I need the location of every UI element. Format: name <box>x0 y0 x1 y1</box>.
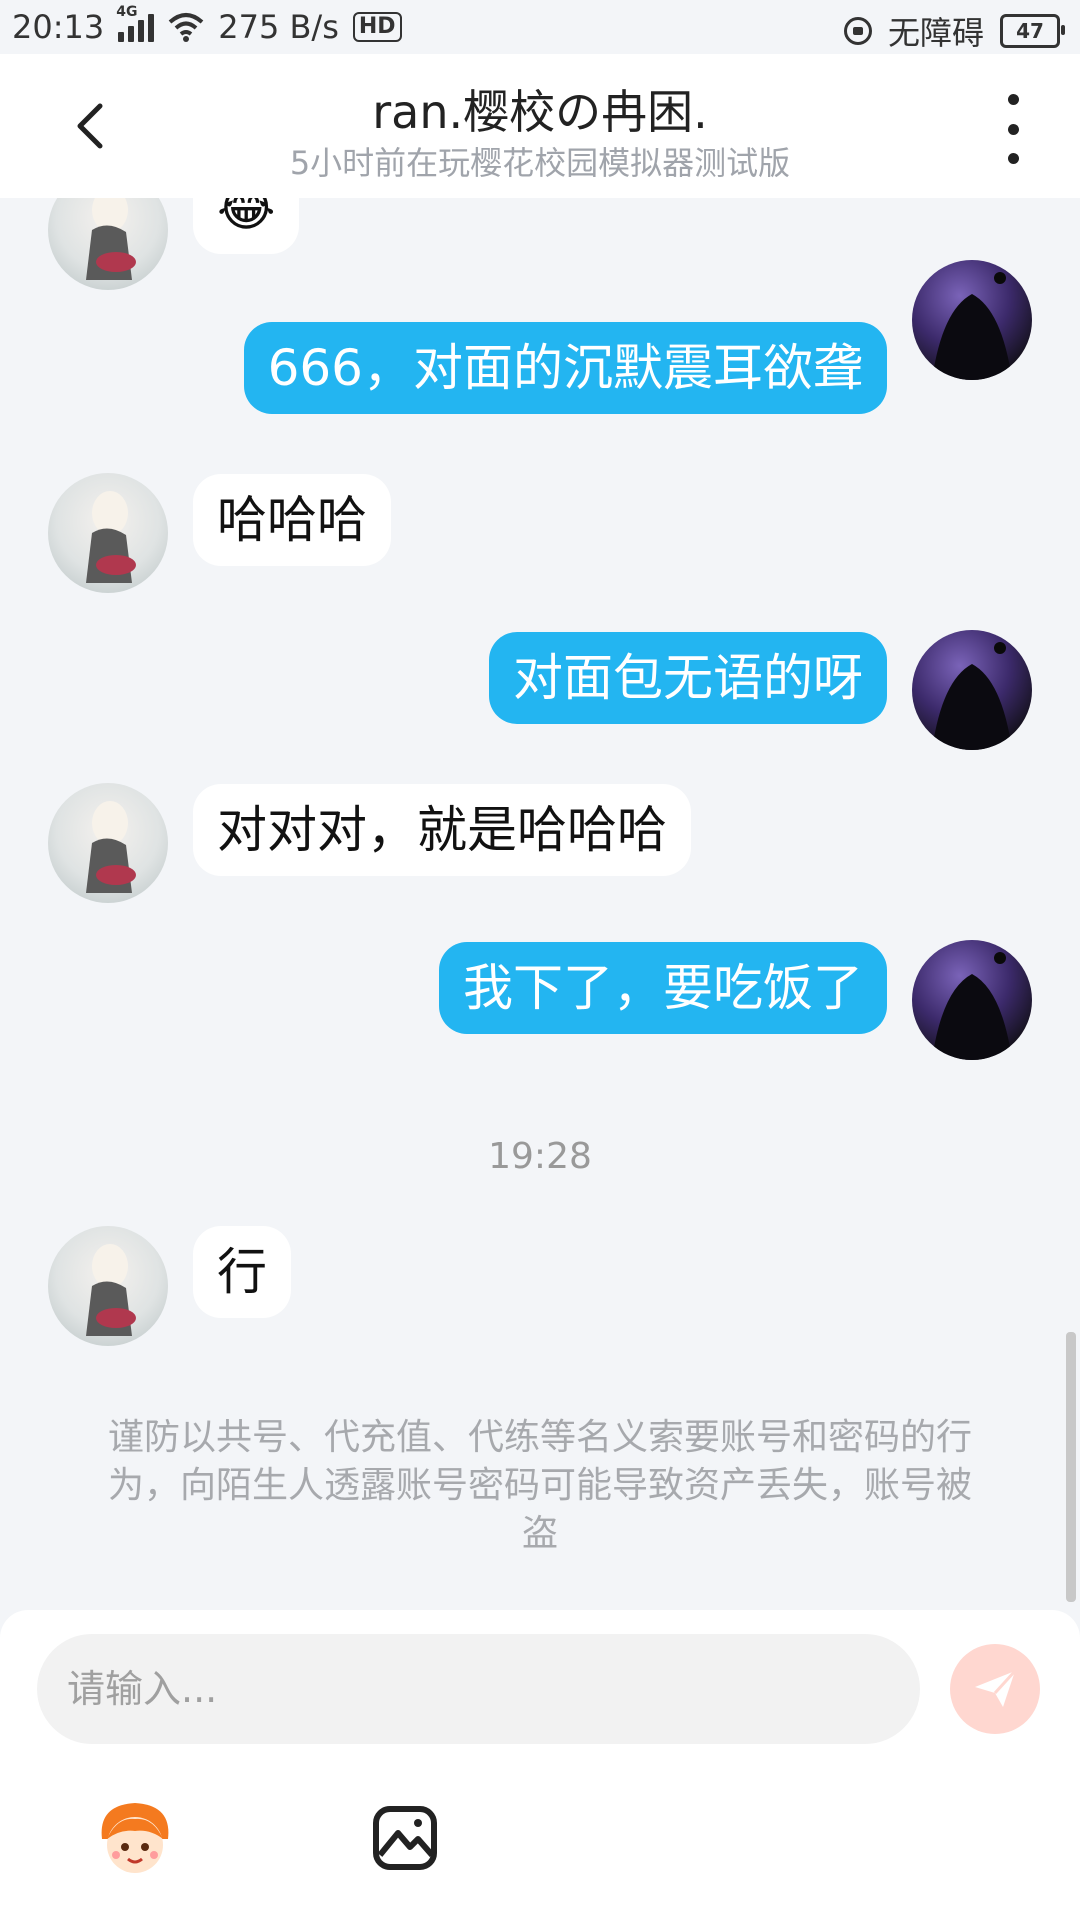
message-text: 我下了，要吃饭了 <box>463 959 863 1017</box>
message-bubble-outgoing[interactable]: 对面包无语的呀 <box>489 632 887 724</box>
scrollbar[interactable] <box>1066 1332 1076 1602</box>
chat-area[interactable]: 😂 666，对面的沉默震耳欲聋 哈哈哈 对面包无语的呀 对对对，就是哈哈哈 我下… <box>0 198 1080 1610</box>
my-avatar[interactable] <box>912 630 1032 750</box>
accessibility-label: 无障碍 <box>887 14 984 52</box>
message-text: 😂 <box>217 198 276 237</box>
message-text: 哈哈哈 <box>217 491 367 549</box>
more-icon <box>1007 94 1019 105</box>
message-bubble-incoming[interactable]: 行 <box>193 1226 291 1318</box>
contact-avatar[interactable] <box>48 473 168 593</box>
message-bubble-incoming[interactable]: 对对对，就是哈哈哈 <box>193 784 691 876</box>
message-text: 对对对，就是哈哈哈 <box>217 801 667 859</box>
message-text: 666，对面的沉默震耳欲聋 <box>267 339 863 397</box>
chat-title: ran.樱校の冉困. <box>372 85 708 139</box>
emoji-avatar-icon <box>101 1803 169 1873</box>
contact-avatar[interactable] <box>48 198 168 290</box>
status-time: 20:13 <box>12 8 105 46</box>
message-text: 对面包无语的呀 <box>513 649 863 707</box>
cellular-signal-icon: 4G <box>116 4 155 42</box>
message-bubble-incoming[interactable]: 😂 <box>193 198 300 254</box>
hd-icon: HD <box>352 12 402 42</box>
contact-avatar[interactable] <box>48 783 168 903</box>
chat-subtitle: 5小时前在玩樱花校园模拟器测试版 <box>289 144 791 182</box>
input-area <box>0 1610 1080 1920</box>
status-bar: 20:13 4G 275 B/s HD 无障碍 47 <box>0 0 1080 54</box>
send-button[interactable] <box>950 1644 1040 1734</box>
emoji-button[interactable] <box>90 1793 180 1883</box>
image-button[interactable] <box>360 1793 450 1883</box>
security-warning: 谨防以共号、代充值、代练等名义索要账号和密码的行为，向陌生人透露账号密码可能导致… <box>107 1417 972 1554</box>
message-input[interactable] <box>37 1634 920 1744</box>
wifi-icon <box>168 13 204 42</box>
image-icon <box>373 1806 437 1870</box>
message-timestamp: 19:28 <box>488 1136 592 1177</box>
message-bubble-outgoing[interactable]: 我下了，要吃饭了 <box>439 942 887 1034</box>
message-bubble-incoming[interactable]: 哈哈哈 <box>193 474 391 566</box>
avatar-image <box>932 272 1012 380</box>
contact-avatar[interactable] <box>48 1226 168 1346</box>
my-avatar[interactable] <box>912 940 1032 1060</box>
avatar-image <box>932 952 1012 1060</box>
more-button[interactable] <box>998 94 1028 164</box>
avatar-image <box>932 642 1012 750</box>
chat-header: ran.樱校の冉困. 5小时前在玩樱花校园模拟器测试版 <box>0 54 1080 198</box>
avatar-image <box>86 1244 136 1336</box>
avatar-image <box>86 801 136 893</box>
my-avatar[interactable] <box>912 260 1032 380</box>
battery-icon: 47 <box>1000 14 1065 48</box>
send-icon <box>975 1669 1017 1707</box>
message-bubble-outgoing[interactable]: 666，对面的沉默震耳欲聋 <box>243 322 887 414</box>
network-type: 4G <box>116 4 138 20</box>
avatar-image <box>86 198 136 280</box>
battery-level: 47 <box>1016 19 1044 43</box>
network-speed: 275 B/s <box>218 8 339 46</box>
avatar-image <box>86 491 136 583</box>
rotation-lock-icon <box>843 17 872 45</box>
message-text: 行 <box>217 1243 267 1301</box>
